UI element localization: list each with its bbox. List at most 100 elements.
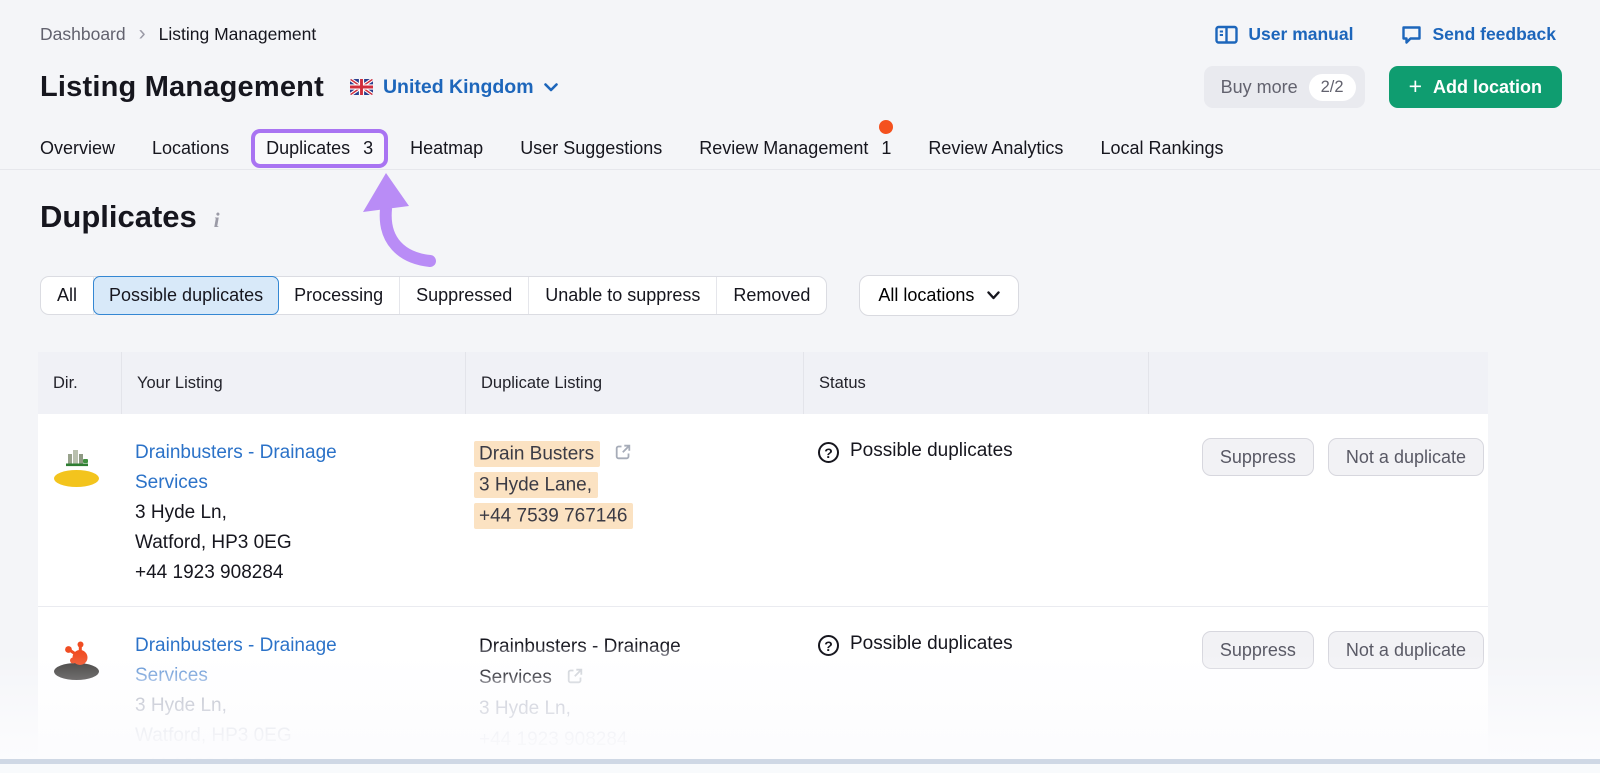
duplicate-phone: +44 7539 767146 xyxy=(474,503,633,529)
listing-address-line1: 3 Hyde Ln, xyxy=(135,691,465,721)
your-listing-cell: Drainbusters - Drainage Services 3 Hyde … xyxy=(121,438,465,588)
top-bar: Dashboard › Listing Management User manu… xyxy=(40,24,1556,45)
listing-phone: +44 1923 908284 xyxy=(135,558,465,588)
plus-icon: + xyxy=(1409,75,1422,98)
listing-name-link[interactable]: Drainbusters - Drainage Services xyxy=(135,438,380,498)
page-title: Listing Management xyxy=(40,71,324,104)
send-feedback-link[interactable]: Send feedback xyxy=(1401,24,1556,45)
listing-name-link[interactable]: Drainbusters - Drainage Services xyxy=(135,631,380,691)
filter-all[interactable]: All xyxy=(41,277,94,314)
title-bar: Listing Management United Kingdom Buy mo… xyxy=(40,66,1562,108)
table-header: Dir. Your Listing Duplicate Listing Stat… xyxy=(38,352,1488,414)
buy-more-button[interactable]: Buy more 2/2 xyxy=(1204,66,1365,108)
status-filter-group: All Possible duplicates Processing Suppr… xyxy=(40,276,827,315)
suppress-button[interactable]: Suppress xyxy=(1202,438,1314,476)
breadcrumb-current: Listing Management xyxy=(159,24,317,45)
status-label: Possible duplicates xyxy=(850,440,1013,462)
chevron-down-icon xyxy=(987,291,1000,300)
filter-removed[interactable]: Removed xyxy=(717,277,826,314)
speech-bubble-icon xyxy=(1401,25,1422,45)
status-cell: ? Possible duplicates xyxy=(803,631,1148,773)
not-a-duplicate-button[interactable]: Not a duplicate xyxy=(1328,438,1484,476)
breadcrumb: Dashboard › Listing Management xyxy=(40,24,316,45)
filter-suppressed[interactable]: Suppressed xyxy=(400,277,529,314)
tab-review-analytics[interactable]: Review Analytics xyxy=(928,138,1063,159)
filter-possible-duplicates[interactable]: Possible duplicates xyxy=(93,276,279,315)
tab-bar: Overview Locations Duplicates 3 Heatmap … xyxy=(40,128,1600,168)
directory-logo-icon xyxy=(54,470,99,487)
directory-cell xyxy=(38,631,121,773)
info-icon[interactable]: i xyxy=(214,208,220,233)
tab-overview[interactable]: Overview xyxy=(40,138,115,159)
column-header-actions xyxy=(1148,352,1488,414)
suppress-button[interactable]: Suppress xyxy=(1202,631,1314,669)
external-link-icon[interactable] xyxy=(566,667,584,685)
user-manual-label: User manual xyxy=(1248,24,1353,45)
tab-duplicates[interactable]: Duplicates 3 xyxy=(251,129,388,168)
column-header-status: Status xyxy=(803,352,1148,414)
bottom-edge-gap xyxy=(0,764,1600,773)
tabs-divider xyxy=(0,169,1600,170)
table-row: Drainbusters - Drainage Services 3 Hyde … xyxy=(38,414,1488,606)
book-icon xyxy=(1215,25,1238,45)
tab-duplicates-label: Duplicates xyxy=(266,138,350,159)
chevron-right-icon: › xyxy=(139,23,146,44)
duplicate-address-line1: 3 Hyde Ln, xyxy=(479,693,803,724)
listing-address-line2: Watford, HP3 0EG xyxy=(135,528,465,558)
duplicates-table: Dir. Your Listing Duplicate Listing Stat… xyxy=(38,352,1488,773)
section-title-text: Duplicates xyxy=(40,199,197,235)
table-row: Drainbusters - Drainage Services 3 Hyde … xyxy=(38,606,1488,773)
column-header-your-listing: Your Listing xyxy=(121,352,465,414)
duplicate-name: Drain Busters xyxy=(474,441,600,467)
column-header-dir: Dir. xyxy=(38,352,121,414)
question-circle-icon[interactable]: ? xyxy=(818,635,839,656)
question-circle-icon[interactable]: ? xyxy=(818,442,839,463)
buy-more-count-badge: 2/2 xyxy=(1309,74,1356,101)
user-manual-link[interactable]: User manual xyxy=(1215,24,1353,45)
section-heading: Duplicates i xyxy=(40,199,220,235)
breadcrumb-dashboard[interactable]: Dashboard xyxy=(40,24,126,45)
listing-management-page: Dashboard › Listing Management User manu… xyxy=(0,0,1600,773)
filter-bar: All Possible duplicates Processing Suppr… xyxy=(40,275,1019,316)
tab-locations[interactable]: Locations xyxy=(152,138,229,159)
country-selector[interactable]: United Kingdom xyxy=(350,76,558,99)
actions-cell: Suppress Not a duplicate xyxy=(1148,438,1488,588)
directory-logo-icon xyxy=(54,663,99,680)
tab-local-rankings[interactable]: Local Rankings xyxy=(1100,138,1223,159)
duplicate-listing-cell: Drain Busters 3 Hyde Lane, +44 7539 7671… xyxy=(465,438,803,588)
add-location-button[interactable]: + Add location xyxy=(1389,66,1562,108)
tab-review-management-count: 1 xyxy=(881,138,891,158)
location-filter-dropdown[interactable]: All locations xyxy=(859,275,1019,316)
annotation-arrow xyxy=(352,171,444,267)
tab-heatmap[interactable]: Heatmap xyxy=(410,138,483,159)
column-header-duplicate-listing: Duplicate Listing xyxy=(465,352,803,414)
tab-review-management-label: Review Management xyxy=(699,138,868,159)
title-actions: Buy more 2/2 + Add location xyxy=(1204,66,1562,108)
location-filter-label: All locations xyxy=(878,285,974,306)
your-listing-cell: Drainbusters - Drainage Services 3 Hyde … xyxy=(121,631,465,773)
filter-processing[interactable]: Processing xyxy=(278,277,400,314)
actions-cell: Suppress Not a duplicate xyxy=(1148,631,1488,773)
listing-address-line2: Watford, HP3 0EG xyxy=(135,721,465,751)
country-label: United Kingdom xyxy=(383,76,534,99)
chevron-down-icon xyxy=(544,83,558,92)
buy-more-label: Buy more xyxy=(1221,77,1298,98)
directory-cell xyxy=(38,438,121,588)
duplicate-listing-cell: Drainbusters - Drainage Services 3 Hyde … xyxy=(465,631,803,773)
tab-review-management[interactable]: Review Management 1 xyxy=(699,138,891,159)
send-feedback-label: Send feedback xyxy=(1432,24,1556,45)
uk-flag-icon xyxy=(350,79,373,95)
status-cell: ? Possible duplicates xyxy=(803,438,1148,588)
notification-dot xyxy=(879,120,893,134)
external-link-icon[interactable] xyxy=(614,443,632,461)
duplicate-address-line1: 3 Hyde Lane, xyxy=(474,472,598,498)
tab-user-suggestions[interactable]: User Suggestions xyxy=(520,138,662,159)
top-links: User manual Send feedback xyxy=(1215,24,1556,45)
duplicate-phone: +44 1923 908284 xyxy=(479,724,803,755)
status-label: Possible duplicates xyxy=(850,633,1013,655)
add-location-label: Add location xyxy=(1433,77,1542,98)
listing-address-line1: 3 Hyde Ln, xyxy=(135,498,465,528)
tab-duplicates-count: 3 xyxy=(363,138,373,159)
filter-unable-to-suppress[interactable]: Unable to suppress xyxy=(529,277,717,314)
not-a-duplicate-button[interactable]: Not a duplicate xyxy=(1328,631,1484,669)
